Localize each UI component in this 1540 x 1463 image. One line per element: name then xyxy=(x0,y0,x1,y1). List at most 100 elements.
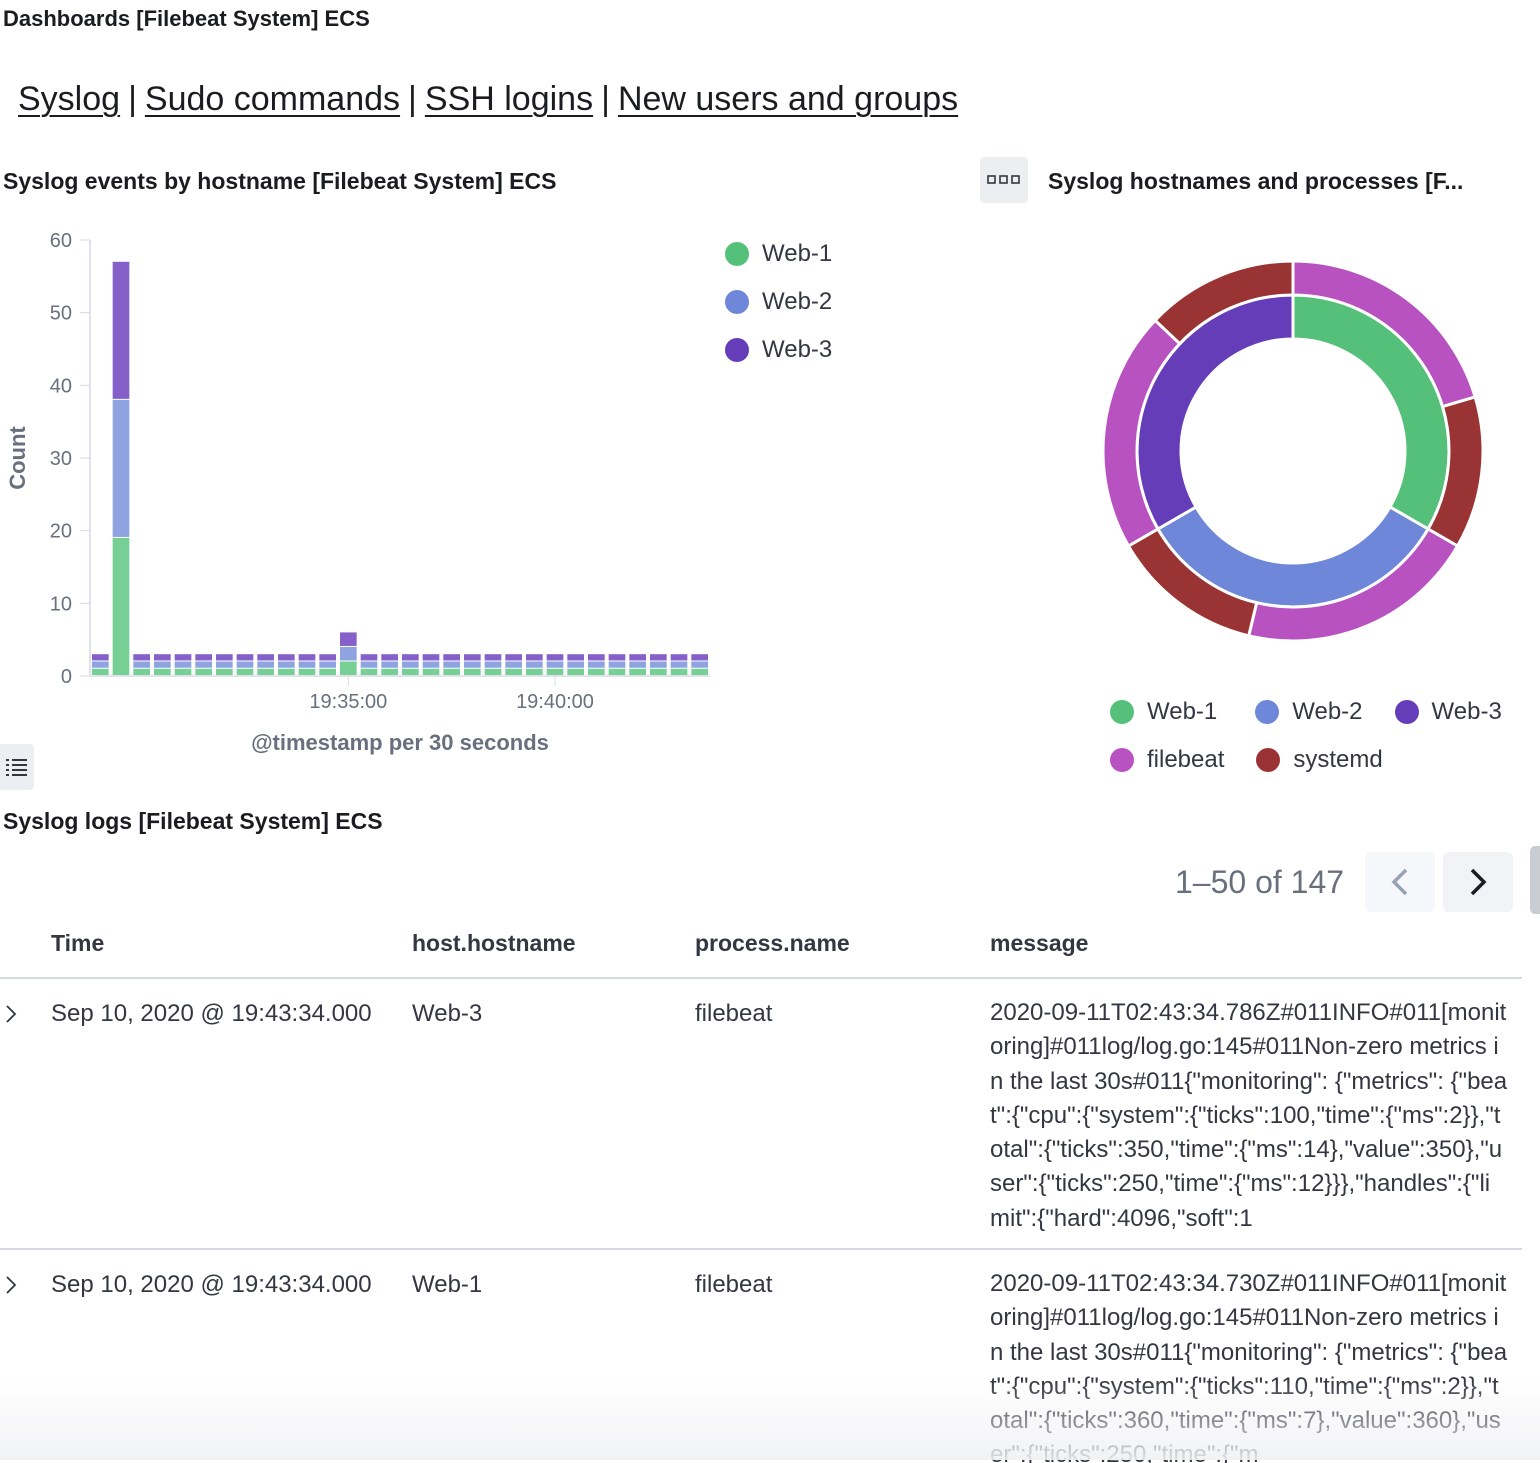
column-header-message[interactable]: message xyxy=(990,930,1088,957)
bar-segment-web-1[interactable] xyxy=(236,668,254,675)
bar-segment-web-2[interactable] xyxy=(464,661,481,668)
bar-segment-web-2[interactable] xyxy=(112,399,130,537)
bar-segment-web-2[interactable] xyxy=(319,661,336,668)
bar-segment-web-2[interactable] xyxy=(526,661,543,668)
nav-link-new-users-and-groups[interactable]: New users and groups xyxy=(618,80,958,118)
legend-item-web-1[interactable]: Web-1 xyxy=(1110,688,1217,736)
bar-segment-web-3[interactable] xyxy=(278,654,295,661)
bar-segment-web-1[interactable] xyxy=(298,668,316,675)
bar-segment-web-1[interactable] xyxy=(402,668,419,675)
bar-segment-web-2[interactable] xyxy=(629,661,646,668)
bar-segment-web-2[interactable] xyxy=(422,661,440,668)
bar-segment-web-1[interactable] xyxy=(670,668,688,675)
legend-item-web-1[interactable]: Web-1 xyxy=(725,230,832,278)
bar-segment-web-1[interactable] xyxy=(319,668,336,675)
column-header-hostname[interactable]: host.hostname xyxy=(412,930,576,957)
nav-link-syslog[interactable]: Syslog xyxy=(18,80,120,118)
legend-item-web-3[interactable]: Web-3 xyxy=(725,326,832,374)
bar-segment-web-1[interactable] xyxy=(691,668,708,675)
bar-segment-web-2[interactable] xyxy=(360,661,378,668)
column-header-process[interactable]: process.name xyxy=(695,930,850,957)
legend-item-web-3[interactable]: Web-3 xyxy=(1394,688,1502,736)
bar-segment-web-3[interactable] xyxy=(567,654,584,661)
bar-segment-web-2[interactable] xyxy=(402,661,419,668)
bar-segment-web-3[interactable] xyxy=(670,654,688,661)
bar-segment-web-3[interactable] xyxy=(526,654,543,661)
bar-segment-web-2[interactable] xyxy=(298,661,316,668)
bar-segment-web-1[interactable] xyxy=(650,668,667,675)
bar-segment-web-3[interactable] xyxy=(629,654,646,661)
bar-segment-web-3[interactable] xyxy=(92,654,109,661)
column-header-time[interactable]: Time xyxy=(51,930,104,957)
bar-segment-web-3[interactable] xyxy=(216,654,233,661)
bar-segment-web-2[interactable] xyxy=(670,661,688,668)
bar-segment-web-3[interactable] xyxy=(381,654,398,661)
nav-link-sudo-commands[interactable]: Sudo commands xyxy=(145,80,400,118)
list-toggle-button[interactable] xyxy=(0,744,34,790)
bar-segment-web-2[interactable] xyxy=(133,661,150,668)
bar-segment-web-1[interactable] xyxy=(92,668,109,675)
bar-segment-web-3[interactable] xyxy=(650,654,667,661)
bar-segment-web-1[interactable] xyxy=(588,668,605,675)
bar-segment-web-2[interactable] xyxy=(567,661,584,668)
bar-segment-web-3[interactable] xyxy=(257,654,274,661)
bar-segment-web-3[interactable] xyxy=(133,654,150,661)
bar-segment-web-1[interactable] xyxy=(464,668,481,675)
bar-segment-web-2[interactable] xyxy=(92,661,109,668)
bar-segment-web-3[interactable] xyxy=(402,654,419,661)
bar-segment-web-3[interactable] xyxy=(505,654,522,661)
scrollbar-thumb[interactable] xyxy=(1530,846,1540,914)
expand-row-icon[interactable] xyxy=(4,1004,18,1024)
bar-segment-web-3[interactable] xyxy=(174,654,192,661)
bar-segment-web-3[interactable] xyxy=(154,654,171,661)
bar-segment-web-1[interactable] xyxy=(360,668,378,675)
bar-segment-web-3[interactable] xyxy=(112,261,130,399)
bar-segment-web-3[interactable] xyxy=(588,654,605,661)
bar-segment-web-1[interactable] xyxy=(505,668,522,675)
bar-segment-web-2[interactable] xyxy=(257,661,274,668)
panel-options-button[interactable] xyxy=(980,157,1028,203)
bar-segment-web-1[interactable] xyxy=(443,668,460,675)
bar-segment-web-2[interactable] xyxy=(505,661,522,668)
legend-item-filebeat[interactable]: filebeat xyxy=(1110,736,1224,784)
bar-segment-web-2[interactable] xyxy=(608,661,626,668)
bar-segment-web-2[interactable] xyxy=(154,661,171,668)
bar-segment-web-2[interactable] xyxy=(546,661,564,668)
bar-segment-web-3[interactable] xyxy=(298,654,316,661)
bar-segment-web-2[interactable] xyxy=(236,661,254,668)
bar-segment-web-2[interactable] xyxy=(216,661,233,668)
bar-segment-web-3[interactable] xyxy=(360,654,378,661)
bar-segment-web-3[interactable] xyxy=(319,654,336,661)
bar-segment-web-3[interactable] xyxy=(422,654,440,661)
nav-link-ssh-logins[interactable]: SSH logins xyxy=(425,80,593,118)
bar-segment-web-1[interactable] xyxy=(546,668,564,675)
bar-segment-web-1[interactable] xyxy=(567,668,584,675)
legend-item-systemd[interactable]: systemd xyxy=(1256,736,1383,784)
bar-segment-web-3[interactable] xyxy=(546,654,564,661)
bar-segment-web-2[interactable] xyxy=(174,661,192,668)
bar-segment-web-1[interactable] xyxy=(195,668,212,675)
next-page-button[interactable] xyxy=(1443,852,1513,912)
bar-segment-web-2[interactable] xyxy=(484,661,502,668)
bar-segment-web-3[interactable] xyxy=(464,654,481,661)
legend-item-web-2[interactable]: Web-2 xyxy=(725,278,832,326)
bar-segment-web-3[interactable] xyxy=(484,654,502,661)
bar-segment-web-3[interactable] xyxy=(236,654,254,661)
bar-segment-web-1[interactable] xyxy=(154,668,171,675)
bar-segment-web-1[interactable] xyxy=(422,668,440,675)
bar-segment-web-2[interactable] xyxy=(195,661,212,668)
bar-segment-web-1[interactable] xyxy=(381,668,398,675)
bar-segment-web-1[interactable] xyxy=(216,668,233,675)
bar-segment-web-2[interactable] xyxy=(278,661,295,668)
expand-row-icon[interactable] xyxy=(4,1275,18,1295)
bar-segment-web-2[interactable] xyxy=(381,661,398,668)
bar-segment-web-1[interactable] xyxy=(257,668,274,675)
bar-segment-web-1[interactable] xyxy=(174,668,192,675)
bar-segment-web-2[interactable] xyxy=(650,661,667,668)
bar-segment-web-2[interactable] xyxy=(340,646,357,661)
bar-segment-web-1[interactable] xyxy=(608,668,626,675)
bar-segment-web-2[interactable] xyxy=(588,661,605,668)
previous-page-button[interactable] xyxy=(1365,852,1435,912)
bar-segment-web-1[interactable] xyxy=(526,668,543,675)
legend-item-web-2[interactable]: Web-2 xyxy=(1255,688,1363,736)
